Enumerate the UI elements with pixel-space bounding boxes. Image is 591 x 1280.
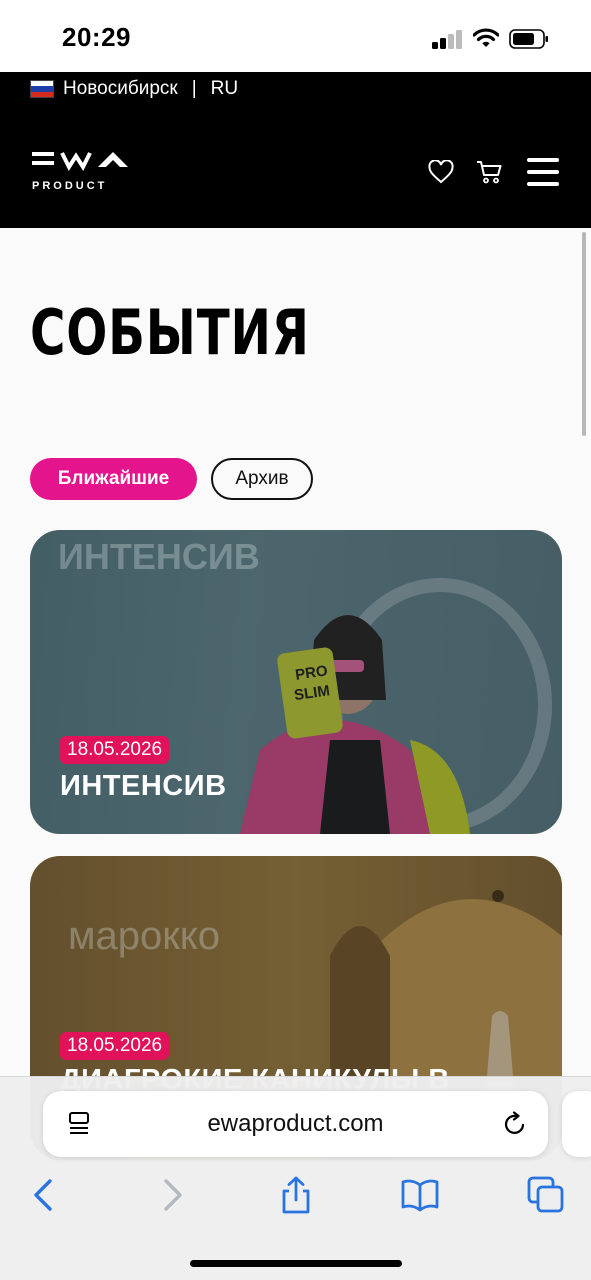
cellular-signal-icon: [432, 29, 464, 49]
page-menu-icon[interactable]: [67, 1111, 93, 1137]
scrollbar[interactable]: [582, 232, 586, 436]
event-card[interactable]: PRO SLIM ИНТЕНСИВ 18.05.2026 ИНТЕНСИВ: [30, 530, 562, 834]
region-selector[interactable]: Новосибирск | RU: [30, 78, 238, 100]
logo-mark-icon: [32, 152, 128, 172]
forward-arrow-icon[interactable]: [152, 1175, 192, 1215]
city-label: Новосибирск: [63, 78, 178, 99]
tabs-icon[interactable]: [526, 1175, 566, 1215]
card-image-caption: марокко: [68, 914, 220, 958]
event-title[interactable]: ИНТЕНСИВ: [60, 770, 227, 803]
battery-icon: [509, 29, 548, 49]
heart-icon[interactable]: [428, 160, 454, 184]
logo[interactable]: PRODUCT: [32, 152, 132, 192]
next-tab-preview[interactable]: [562, 1091, 591, 1157]
tab-upcoming[interactable]: Ближайшие: [30, 458, 197, 500]
cart-icon[interactable]: [476, 160, 502, 184]
screen: 20:29 Новосибирск | RU PRODUCT СОБЫТИЯ Б…: [0, 0, 591, 1280]
region-separator: |: [191, 78, 197, 99]
bookmarks-icon[interactable]: [400, 1175, 440, 1215]
back-arrow-icon[interactable]: [24, 1175, 64, 1215]
hamburger-menu-icon[interactable]: [527, 158, 559, 186]
event-date-badge: 18.05.2026: [60, 736, 170, 764]
status-time: 20:29: [62, 22, 131, 52]
card-image-caption: ИНТЕНСИВ: [58, 536, 260, 577]
logo-wordmark: PRODUCT: [32, 180, 108, 192]
wifi-icon: [473, 28, 499, 47]
share-icon[interactable]: [276, 1175, 316, 1215]
home-indicator: [190, 1260, 402, 1267]
tab-archive[interactable]: Архив: [211, 458, 313, 500]
language-label[interactable]: RU: [211, 78, 238, 100]
status-bar: 20:29: [0, 0, 591, 72]
page-title: СОБЫТИЯ: [30, 296, 310, 369]
event-date-badge: 18.05.2026: [60, 1032, 170, 1060]
reload-icon[interactable]: [502, 1111, 528, 1137]
site-header: Новосибирск | RU PRODUCT: [0, 72, 591, 228]
address-bar[interactable]: ewaproduct.com: [43, 1091, 548, 1157]
russia-flag-icon: [30, 80, 54, 98]
browser-toolbar: ewaproduct.com: [0, 1076, 591, 1280]
url-text[interactable]: ewaproduct.com: [43, 1091, 548, 1157]
